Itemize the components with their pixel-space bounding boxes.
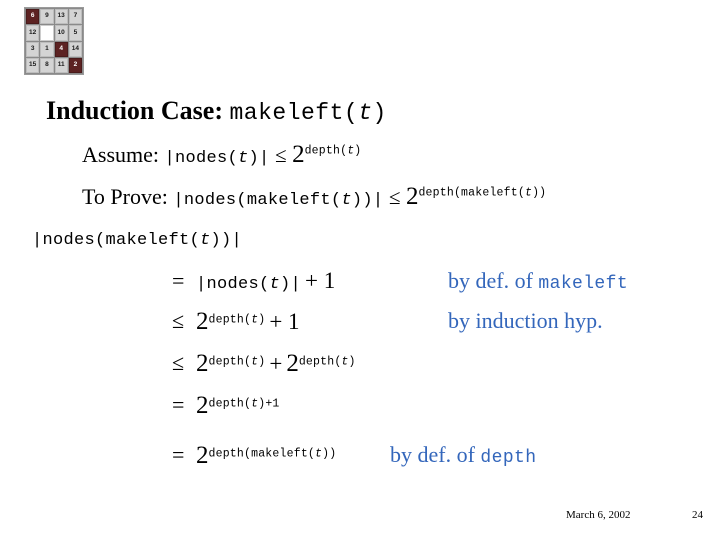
derivation-relation: ≤ (172, 350, 185, 375)
assume-relation: ≤ (275, 143, 287, 167)
derivation-relation: = (172, 392, 185, 417)
slide-title-code: makeleft(t) (229, 100, 387, 126)
derivation-exponent: depth(makeleft(t)) (208, 447, 337, 461)
derivation-relation: = (172, 442, 185, 467)
derivation-justification-code: depth (480, 448, 537, 468)
puzzle-cell-r1-c3: 5 (68, 25, 82, 41)
slide-title-var: t (358, 100, 373, 126)
derivation-base: 2 (196, 392, 209, 419)
prove-statement: To Prove: |nodes(makeleft(t))| ≤ 2depth(… (82, 183, 546, 211)
prove-exponent: depth(makeleft(t)) (418, 186, 547, 200)
assume-exponent: depth(t) (304, 144, 362, 158)
derivation-base: 2 (196, 308, 209, 335)
prove-lhs-var: t (341, 191, 352, 210)
assume-lhs-var: t (238, 149, 249, 168)
puzzle-cell-r2-c3: 14 (68, 41, 82, 57)
derivation-row: = 2depth(t)+1 (0, 392, 720, 442)
puzzle-cell-r1-c0: 12 (26, 25, 40, 41)
derivation-justification-code: makeleft (538, 274, 629, 294)
derivation-expression: 2depth(t) + 2depth(t) (196, 350, 356, 378)
prove-label: To Prove: (82, 184, 168, 209)
assume-lhs: |nodes(t)| (164, 149, 270, 168)
derivation-exponent-second-var: t (341, 355, 349, 369)
derivation-exponent-second: depth(t) (298, 355, 356, 369)
derivation-row: = |nodes(t)| + 1 by def. of makeleft (0, 268, 720, 308)
derivation-expression: 2depth(makeleft(t)) (196, 442, 336, 470)
derivation-operator: + (269, 351, 283, 376)
assume-base: 2 (292, 141, 305, 168)
derivation-justification: by def. of makeleft (448, 268, 629, 294)
prove-base: 2 (405, 183, 419, 210)
puzzle-cell-r2-c2: 4 (54, 41, 68, 57)
derivation-exponent: depth(t) (208, 355, 266, 369)
derivation-base: 2 (196, 350, 209, 377)
footer-page-number: 24 (692, 509, 703, 521)
derivation-base: 2 (196, 442, 209, 469)
prove-lhs: |nodes(makeleft(t))| (173, 191, 384, 210)
derivation-exponent: depth(t)+1 (208, 397, 280, 411)
derivation-justification: by induction hyp. (448, 308, 603, 333)
puzzle-cell-r0-c0: 6 (26, 9, 40, 25)
assume-label: Assume: (82, 142, 159, 167)
derivation-var: t (269, 275, 281, 294)
prove-relation: ≤ (388, 185, 401, 209)
prove-exponent-var: t (524, 186, 533, 200)
assume-statement: Assume: |nodes(t)| ≤ 2depth(t) (82, 141, 361, 169)
derivation-row: ≤ 2depth(t) + 1 by induction hyp. (0, 308, 720, 350)
puzzle-cell-r1-c1 (40, 25, 54, 41)
head-expression-var: t (200, 231, 211, 250)
puzzle-cell-r0-c3: 7 (68, 9, 82, 25)
puzzle-cell-r2-c0: 3 (26, 41, 40, 57)
puzzle-cell-r3-c2: 11 (54, 57, 68, 73)
puzzle-cell-r0-c1: 9 (40, 9, 54, 25)
puzzle-cell-r3-c1: 8 (40, 57, 54, 73)
puzzle-grid-thumbnail: 6 9 13 7 12 10 5 3 1 4 14 15 8 11 2 (24, 7, 84, 75)
derivation-exponent: depth(t) (208, 313, 266, 327)
derivation-relation: = (172, 268, 185, 293)
derivation-expression: 2depth(t)+1 (196, 392, 280, 420)
derivation-addend: + 1 (269, 309, 300, 334)
footer-date: March 6, 2002 (566, 509, 631, 521)
derivation-row: = 2depth(makeleft(t)) by def. of depth (0, 442, 720, 484)
slide-title: Induction Case: makeleft(t) (46, 96, 387, 126)
puzzle-cell-r0-c2: 13 (54, 9, 68, 25)
derivation-relation: ≤ (172, 308, 185, 333)
derivation-block: = |nodes(t)| + 1 by def. of makeleft ≤ 2… (0, 268, 720, 484)
slide-title-lead: Induction Case: (46, 96, 223, 125)
derivation-justification: by def. of depth (390, 442, 537, 468)
derivation-expression: 2depth(t) + 1 (196, 308, 300, 336)
derivation-expression: |nodes(t)| + 1 (196, 268, 336, 294)
puzzle-cell-r3-c0: 15 (26, 57, 40, 73)
puzzle-cell-r3-c3: 2 (68, 57, 82, 73)
derivation-row: ≤ 2depth(t) + 2depth(t) (0, 350, 720, 392)
puzzle-cell-r1-c2: 10 (54, 25, 68, 41)
derivation-base-second: 2 (286, 350, 299, 377)
puzzle-cell-r2-c1: 1 (40, 41, 54, 57)
derivation-head-expression: |nodes(makeleft(t))| (32, 231, 243, 250)
derivation-addend: + 1 (305, 268, 336, 293)
